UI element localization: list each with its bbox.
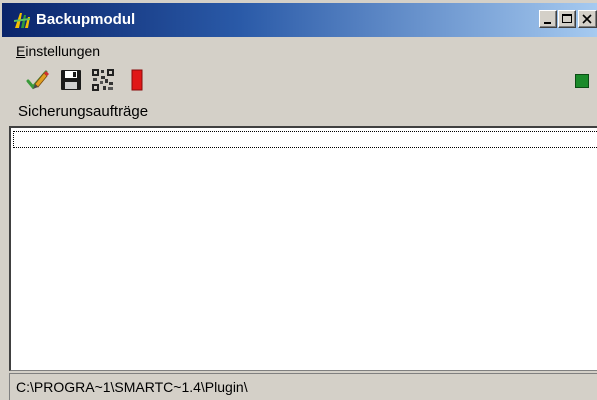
jobs-section-label: Sicherungsaufträge: [18, 103, 149, 120]
menu-einstellungen[interactable]: Einstellungen: [16, 42, 100, 60]
save-disk-icon[interactable]: [58, 67, 84, 93]
window-title: Backupmodul: [36, 11, 136, 28]
backupmodul-window: Backupmodul Einstellungen Sicherungsauft…: [0, 0, 597, 400]
close-button[interactable]: [578, 10, 597, 28]
menu-label-rest: instellungen: [25, 43, 101, 59]
minimize-icon: [544, 22, 551, 24]
maximize-icon: [562, 14, 572, 23]
qr-code-icon[interactable]: [90, 67, 116, 93]
status-bar: C:\PROGRA~1\SMARTC~1.4\Plugin\: [9, 373, 597, 400]
stop-icon[interactable]: [124, 67, 150, 93]
edit-pencil-icon[interactable]: [24, 67, 50, 93]
status-path: C:\PROGRA~1\SMARTC~1.4\Plugin\: [16, 379, 248, 395]
list-focus-row[interactable]: [13, 131, 597, 148]
menu-bar: Einstellungen: [2, 39, 597, 61]
backup-jobs-list[interactable]: [9, 126, 597, 371]
title-bar[interactable]: Backupmodul: [2, 3, 597, 37]
menu-mnemonic: E: [16, 43, 26, 59]
app-icon: [12, 10, 32, 30]
minimize-button[interactable]: [539, 10, 557, 28]
toolbar: [2, 64, 597, 98]
status-indicator: [575, 74, 589, 88]
close-icon: [582, 14, 592, 24]
maximize-button[interactable]: [558, 10, 576, 28]
